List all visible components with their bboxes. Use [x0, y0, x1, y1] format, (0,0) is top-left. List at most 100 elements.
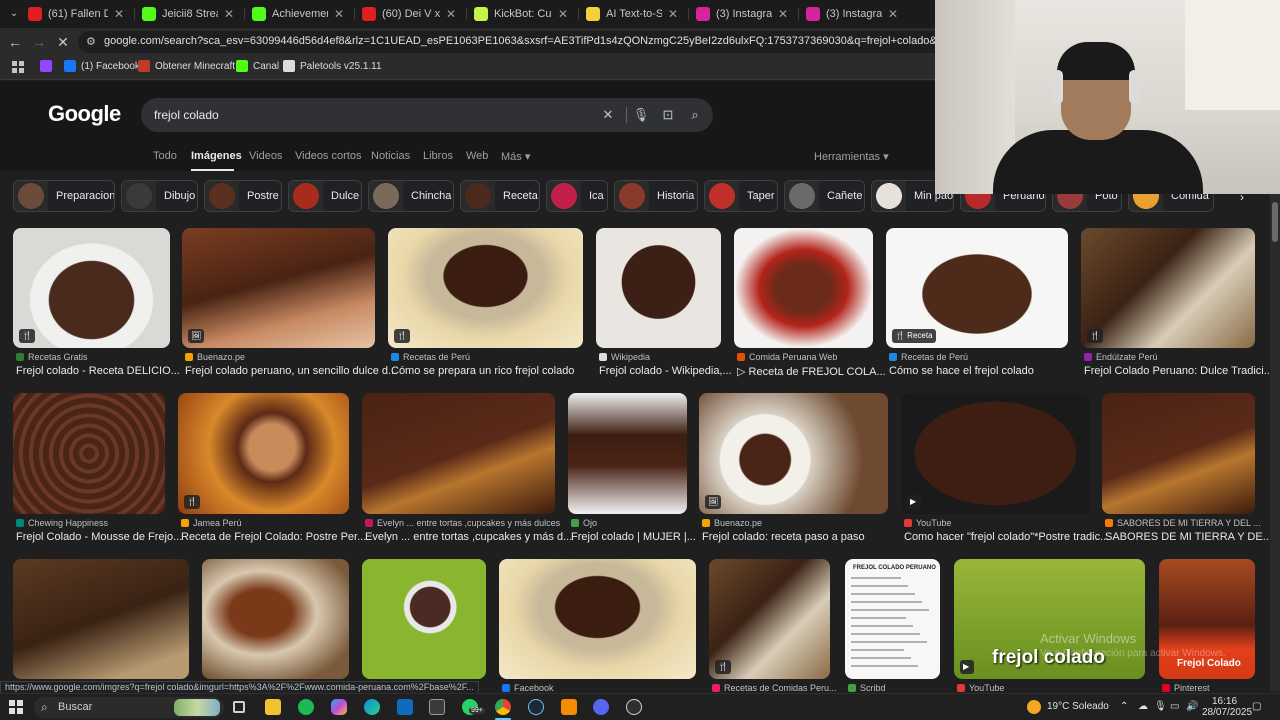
- bookmark-item[interactable]: [40, 60, 57, 72]
- search-tab[interactable]: Noticias: [371, 150, 410, 162]
- start-icon[interactable]: [9, 700, 23, 714]
- result-thumbnail[interactable]: Frejol Colado: [1159, 559, 1255, 679]
- browser-tab[interactable]: Jeicii8 Stream - W ✕: [136, 2, 240, 26]
- search-tab[interactable]: Todo: [153, 150, 177, 162]
- volume-icon[interactable]: 🔊: [1186, 701, 1198, 712]
- result-thumbnail[interactable]: 🖼: [699, 393, 888, 514]
- filter-chip[interactable]: Cañete: [784, 180, 865, 212]
- discord-icon[interactable]: [593, 699, 609, 715]
- tray-overflow-icon[interactable]: ⌃: [1120, 701, 1128, 712]
- search-box[interactable]: frejol colado ✕ 🎙 ⊡ ⌕: [141, 98, 713, 132]
- search-tab[interactable]: Libros: [423, 150, 453, 162]
- search-tab[interactable]: Imágenes: [191, 150, 242, 162]
- bookmark-item[interactable]: Paletools v25.1.11: [283, 60, 382, 72]
- result-title[interactable]: Frejol colado peruano, un sencillo dulce…: [185, 365, 398, 377]
- store-icon[interactable]: [429, 699, 445, 715]
- result-source[interactable]: Wikipedia: [599, 352, 650, 362]
- result-source[interactable]: Buenazo.pe: [702, 518, 762, 528]
- result-title[interactable]: Evelyn ... entre tortas ,cupcakes y más …: [365, 531, 578, 543]
- obs-icon[interactable]: [626, 699, 642, 715]
- result-source[interactable]: SABORES DE MI TIERRA Y DEL ...: [1105, 518, 1261, 528]
- reload-icon[interactable]: ✕: [54, 33, 72, 51]
- result-title[interactable]: Cómo se prepara un rico frejol colado: [391, 365, 606, 377]
- browser-tab[interactable]: (61) Fallen Down ✕: [22, 2, 130, 26]
- result-thumbnail[interactable]: 🍴: [709, 559, 830, 679]
- result-source[interactable]: Ojo: [571, 518, 597, 528]
- result-title[interactable]: SABORES DE MI TIERRA Y DE...: [1105, 531, 1278, 543]
- search-tab[interactable]: Videos cortos: [295, 150, 361, 162]
- file-explorer-icon[interactable]: [265, 699, 281, 715]
- search-input[interactable]: frejol colado: [154, 108, 219, 122]
- filter-chip[interactable]: Taper: [704, 180, 778, 212]
- filter-chip[interactable]: Postre: [204, 180, 282, 212]
- bookmark-item[interactable]: (1) Facebook: [64, 60, 140, 72]
- result-source[interactable]: Buenazo.pe: [185, 352, 245, 362]
- result-thumbnail[interactable]: 🍴: [388, 228, 583, 348]
- result-thumbnail[interactable]: 🍴: [13, 228, 170, 348]
- camera-lens-icon[interactable]: ⊡: [659, 106, 677, 124]
- result-source[interactable]: Recetas de Perú: [889, 352, 968, 362]
- result-thumbnail[interactable]: [568, 393, 687, 514]
- chrome-icon[interactable]: [495, 699, 511, 715]
- result-title[interactable]: Frejol colado - Wikipedia,...: [599, 365, 744, 377]
- result-title[interactable]: Frejol colado | MUJER |...: [571, 531, 710, 543]
- filter-chip[interactable]: Receta: [460, 180, 540, 212]
- tab-close-icon[interactable]: ✕: [446, 7, 456, 21]
- clock-time[interactable]: 16:16: [1212, 696, 1237, 707]
- result-title[interactable]: Frejol Colado - Mousse de Frejo...: [16, 531, 188, 543]
- result-title[interactable]: ▷ Receta de FREJOL COLA...: [737, 365, 896, 378]
- filter-chip[interactable]: Dulce: [288, 180, 362, 212]
- result-source[interactable]: Endúlzate Perú: [1084, 352, 1158, 362]
- search-tab[interactable]: Más ▾: [501, 150, 530, 163]
- notification-icon[interactable]: ▢: [1252, 701, 1261, 712]
- result-source[interactable]: Pinterest: [1162, 683, 1210, 693]
- task-view-icon[interactable]: [233, 701, 245, 713]
- result-thumbnail[interactable]: [13, 393, 165, 514]
- tab-close-icon[interactable]: ✕: [668, 7, 678, 21]
- search-icon[interactable]: ⌕: [686, 106, 704, 124]
- result-source[interactable]: Jamea Perú: [181, 518, 242, 528]
- result-title[interactable]: Frejol Colado Peruano: Dulce Tradici...: [1084, 365, 1278, 377]
- tab-close-icon[interactable]: ✕: [224, 7, 234, 21]
- browser-tab[interactable]: (60) Dei V x B ✕: [356, 2, 462, 26]
- result-thumbnail[interactable]: [596, 228, 721, 348]
- filter-chip[interactable]: Ica: [546, 180, 608, 212]
- spotify-icon[interactable]: [298, 699, 314, 715]
- steam-icon[interactable]: [528, 699, 544, 715]
- filter-chip[interactable]: Chincha: [368, 180, 454, 212]
- forward-icon[interactable]: →: [30, 33, 48, 51]
- result-source[interactable]: Recetas de Comidas Peru...: [712, 683, 837, 693]
- clock-date[interactable]: 28/07/2025: [1202, 707, 1252, 718]
- result-thumbnail[interactable]: [362, 393, 555, 514]
- result-source[interactable]: Scribd: [848, 683, 886, 693]
- result-title[interactable]: Como hacer "frejol colado"*Postre tradic…: [904, 531, 1113, 543]
- browser-tab[interactable]: KickBot: Customiz ✕: [468, 2, 574, 26]
- scrollbar-thumb[interactable]: [1272, 202, 1278, 242]
- browser-tab[interactable]: Achievements - K ✕: [246, 2, 350, 26]
- browser-tab[interactable]: AI Text-to-Speech ✕: [580, 2, 684, 26]
- result-source[interactable]: YouTube: [904, 518, 951, 528]
- result-thumbnail[interactable]: [202, 559, 349, 679]
- apps-icon[interactable]: [12, 61, 24, 73]
- tab-close-icon[interactable]: ✕: [334, 7, 344, 21]
- result-title[interactable]: Frejol colado - Receta DELICIO...: [16, 365, 193, 377]
- result-source[interactable]: Comida Peruana Web: [737, 352, 837, 362]
- browser-tab[interactable]: (3) Instagram ✕: [690, 2, 794, 26]
- address-bar[interactable]: ⚙ google.com/search?sca_esv=63099446d56d…: [78, 31, 1106, 53]
- tab-search-button[interactable]: ⌄: [6, 6, 22, 22]
- site-info-icon[interactable]: ⚙: [86, 35, 96, 48]
- edge-icon[interactable]: [364, 699, 380, 715]
- tab-close-icon[interactable]: ✕: [114, 7, 124, 21]
- result-thumbnail[interactable]: [362, 559, 486, 679]
- google-logo[interactable]: Google: [48, 101, 121, 127]
- search-tab[interactable]: Web: [466, 150, 488, 162]
- back-icon[interactable]: ←: [6, 33, 24, 51]
- bookmark-item[interactable]: Obtener Minecraft f...: [138, 60, 249, 72]
- copilot-icon[interactable]: [331, 699, 347, 715]
- page-scrollbar[interactable]: [1270, 194, 1280, 692]
- result-thumbnail[interactable]: ▶: [901, 393, 1090, 514]
- result-source[interactable]: Chewing Happiness: [16, 518, 108, 528]
- result-title[interactable]: Frejol colado: receta paso a paso: [702, 531, 911, 543]
- result-thumbnail[interactable]: ▶ frejol colado: [954, 559, 1145, 679]
- filter-chip[interactable]: Preparacion: [13, 180, 115, 212]
